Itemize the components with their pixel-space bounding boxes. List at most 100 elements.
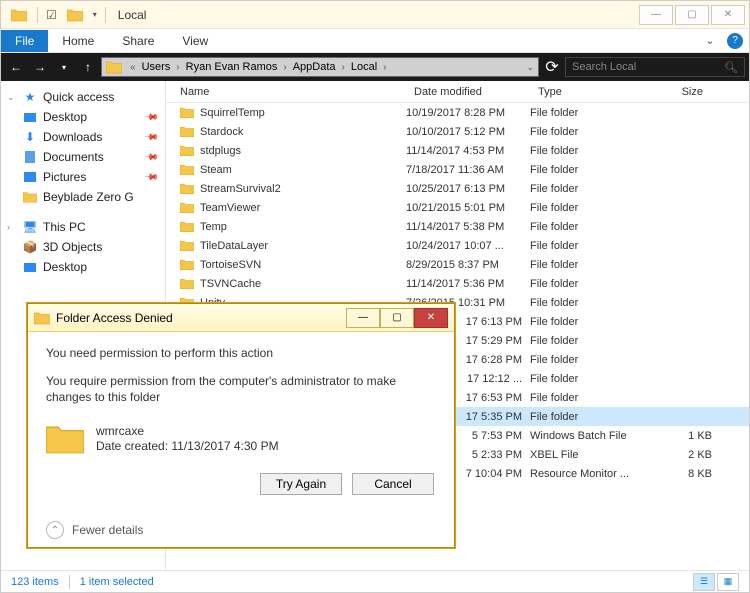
folder-icon [180, 259, 194, 270]
nav-documents[interactable]: Documents📌 [1, 147, 165, 167]
table-row[interactable]: Temp11/14/2017 5:38 PMFile folder [166, 217, 749, 236]
folder-icon [180, 145, 194, 156]
table-row[interactable]: TeamViewer10/21/2015 5:01 PMFile folder [166, 198, 749, 217]
table-row[interactable]: Steam7/18/2017 11:36 AMFile folder [166, 160, 749, 179]
details-view-button[interactable]: ☰ [693, 573, 715, 591]
qat-folder-icon[interactable] [67, 7, 83, 23]
file-size: 8 KB [636, 468, 712, 480]
try-again-button[interactable]: Try Again [260, 473, 342, 495]
folder-icon [180, 240, 194, 251]
dialog-title: Folder Access Denied [56, 311, 173, 325]
quick-access[interactable]: ⌄★Quick access [1, 87, 165, 107]
nav-desktop-pc[interactable]: Desktop [1, 257, 165, 277]
table-row[interactable]: TileDataLayer10/24/2017 10:07 ...File fo… [166, 236, 749, 255]
nav-3d-objects[interactable]: 📦3D Objects [1, 237, 165, 257]
refresh-button[interactable]: ⟳ [541, 56, 563, 78]
folder-access-denied-dialog: Folder Access Denied — ▢ ✕ You need perm… [27, 303, 455, 548]
qat-dropdown-icon[interactable]: ▾ [93, 10, 97, 19]
table-row[interactable]: TortoiseSVN 8/29/2015 8:37 PMFile folder [166, 255, 749, 274]
cancel-button[interactable]: Cancel [352, 473, 434, 495]
crumb-user[interactable]: Ryan Evan Ramos [184, 61, 280, 73]
chevron-up-icon[interactable]: ⌃ [46, 521, 64, 539]
close-button[interactable]: ✕ [711, 5, 745, 25]
up-button[interactable]: ↑ [77, 56, 99, 78]
dialog-item-meta: Date created: 11/13/2017 4:30 PM [96, 439, 279, 455]
folder-icon [180, 107, 194, 118]
file-size: 1 KB [636, 430, 712, 442]
col-name[interactable]: Name [166, 86, 406, 98]
col-size[interactable]: Size [636, 86, 712, 98]
nav-desktop[interactable]: Desktop📌 [1, 107, 165, 127]
file-date: 7/18/2017 11:36 AM [406, 164, 530, 176]
home-tab[interactable]: Home [48, 30, 108, 52]
history-dropdown-icon[interactable]: ▾ [53, 56, 75, 78]
file-type: File folder [530, 392, 636, 404]
col-type[interactable]: Type [530, 86, 636, 98]
file-name: TSVNCache [200, 278, 261, 290]
crumb-users[interactable]: Users [140, 61, 173, 73]
dialog-minimize-button[interactable]: — [346, 308, 380, 328]
file-type: File folder [530, 411, 636, 423]
file-tab[interactable]: File [1, 30, 48, 52]
thumbs-view-button[interactable]: ▦ [717, 573, 739, 591]
dialog-message-secondary: You require permission from the computer… [46, 374, 436, 405]
crumb-local[interactable]: Local [349, 61, 379, 73]
forward-button[interactable]: → [29, 56, 51, 78]
file-type: XBEL File [530, 449, 636, 461]
file-name: Steam [200, 164, 232, 176]
help-icon[interactable]: ? [727, 33, 743, 49]
file-type: File folder [530, 278, 636, 290]
file-name: TeamViewer [200, 202, 260, 214]
qat-check-icon[interactable]: ☑ [46, 8, 57, 22]
file-type: File folder [530, 145, 636, 157]
nav-pictures[interactable]: Pictures📌 [1, 167, 165, 187]
folder-icon [180, 183, 194, 194]
fewer-details-link[interactable]: Fewer details [72, 523, 143, 537]
dialog-message-primary: You need permission to perform this acti… [46, 346, 436, 360]
this-pc[interactable]: ›🖥This PC [1, 217, 165, 237]
file-size: 2 KB [636, 449, 712, 461]
view-tab[interactable]: View [168, 30, 222, 52]
table-row[interactable]: StreamSurvival210/25/2017 6:13 PMFile fo… [166, 179, 749, 198]
maximize-button[interactable]: ▢ [675, 5, 709, 25]
dialog-item-name: wmrcaxe [96, 424, 279, 440]
file-type: File folder [530, 259, 636, 271]
crumb-appdata[interactable]: AppData [291, 61, 338, 73]
search-placeholder: Search Local [572, 61, 636, 73]
dialog-titlebar[interactable]: Folder Access Denied — ▢ ✕ [28, 304, 454, 332]
ribbon-expand-icon[interactable]: ⌄ [699, 34, 721, 47]
folder-icon [180, 126, 194, 137]
col-date[interactable]: Date modified [406, 86, 530, 98]
dialog-close-button[interactable]: ✕ [414, 308, 448, 328]
file-date: 10/24/2017 10:07 ... [406, 240, 530, 252]
file-type: File folder [530, 354, 636, 366]
nav-downloads[interactable]: ⬇Downloads📌 [1, 127, 165, 147]
file-date: 10/21/2015 5:01 PM [406, 202, 530, 214]
file-name: SquirrelTemp [200, 107, 265, 119]
ribbon-menubar: File Home Share View ⌄ ? [1, 29, 749, 53]
folder-icon [180, 202, 194, 213]
file-date: 8/29/2015 8:37 PM [406, 259, 530, 271]
file-type: File folder [530, 240, 636, 252]
table-row[interactable]: stdplugs11/14/2017 4:53 PMFile folder [166, 141, 749, 160]
file-name: TortoiseSVN [200, 259, 261, 271]
file-type: Resource Monitor ... [530, 468, 636, 480]
minimize-button[interactable]: — [639, 5, 673, 25]
column-headers[interactable]: Name Date modified Type Size [166, 81, 749, 103]
share-tab[interactable]: Share [108, 30, 168, 52]
table-row[interactable]: TSVNCache 11/14/2017 5:36 PMFile folder [166, 274, 749, 293]
app-folder-icon [11, 7, 27, 23]
search-input[interactable]: Search Local 🔍︎ [565, 57, 745, 77]
file-type: File folder [530, 126, 636, 138]
folder-icon [180, 164, 194, 175]
path-dropdown-icon[interactable]: ⌄ [526, 62, 534, 73]
nav-beyblade[interactable]: Beyblade Zero G [1, 187, 165, 207]
dialog-maximize-button[interactable]: ▢ [380, 308, 414, 328]
table-row[interactable]: SquirrelTemp10/19/2017 8:28 PMFile folde… [166, 103, 749, 122]
breadcrumb[interactable]: « Users› Ryan Evan Ramos› AppData› Local… [101, 57, 539, 77]
file-date: 11/14/2017 5:36 PM [406, 278, 530, 290]
table-row[interactable]: Stardock10/10/2017 5:12 PMFile folder [166, 122, 749, 141]
chevron-icon[interactable]: « [126, 62, 140, 73]
back-button[interactable]: ← [5, 56, 27, 78]
status-count: 123 items [11, 576, 59, 588]
